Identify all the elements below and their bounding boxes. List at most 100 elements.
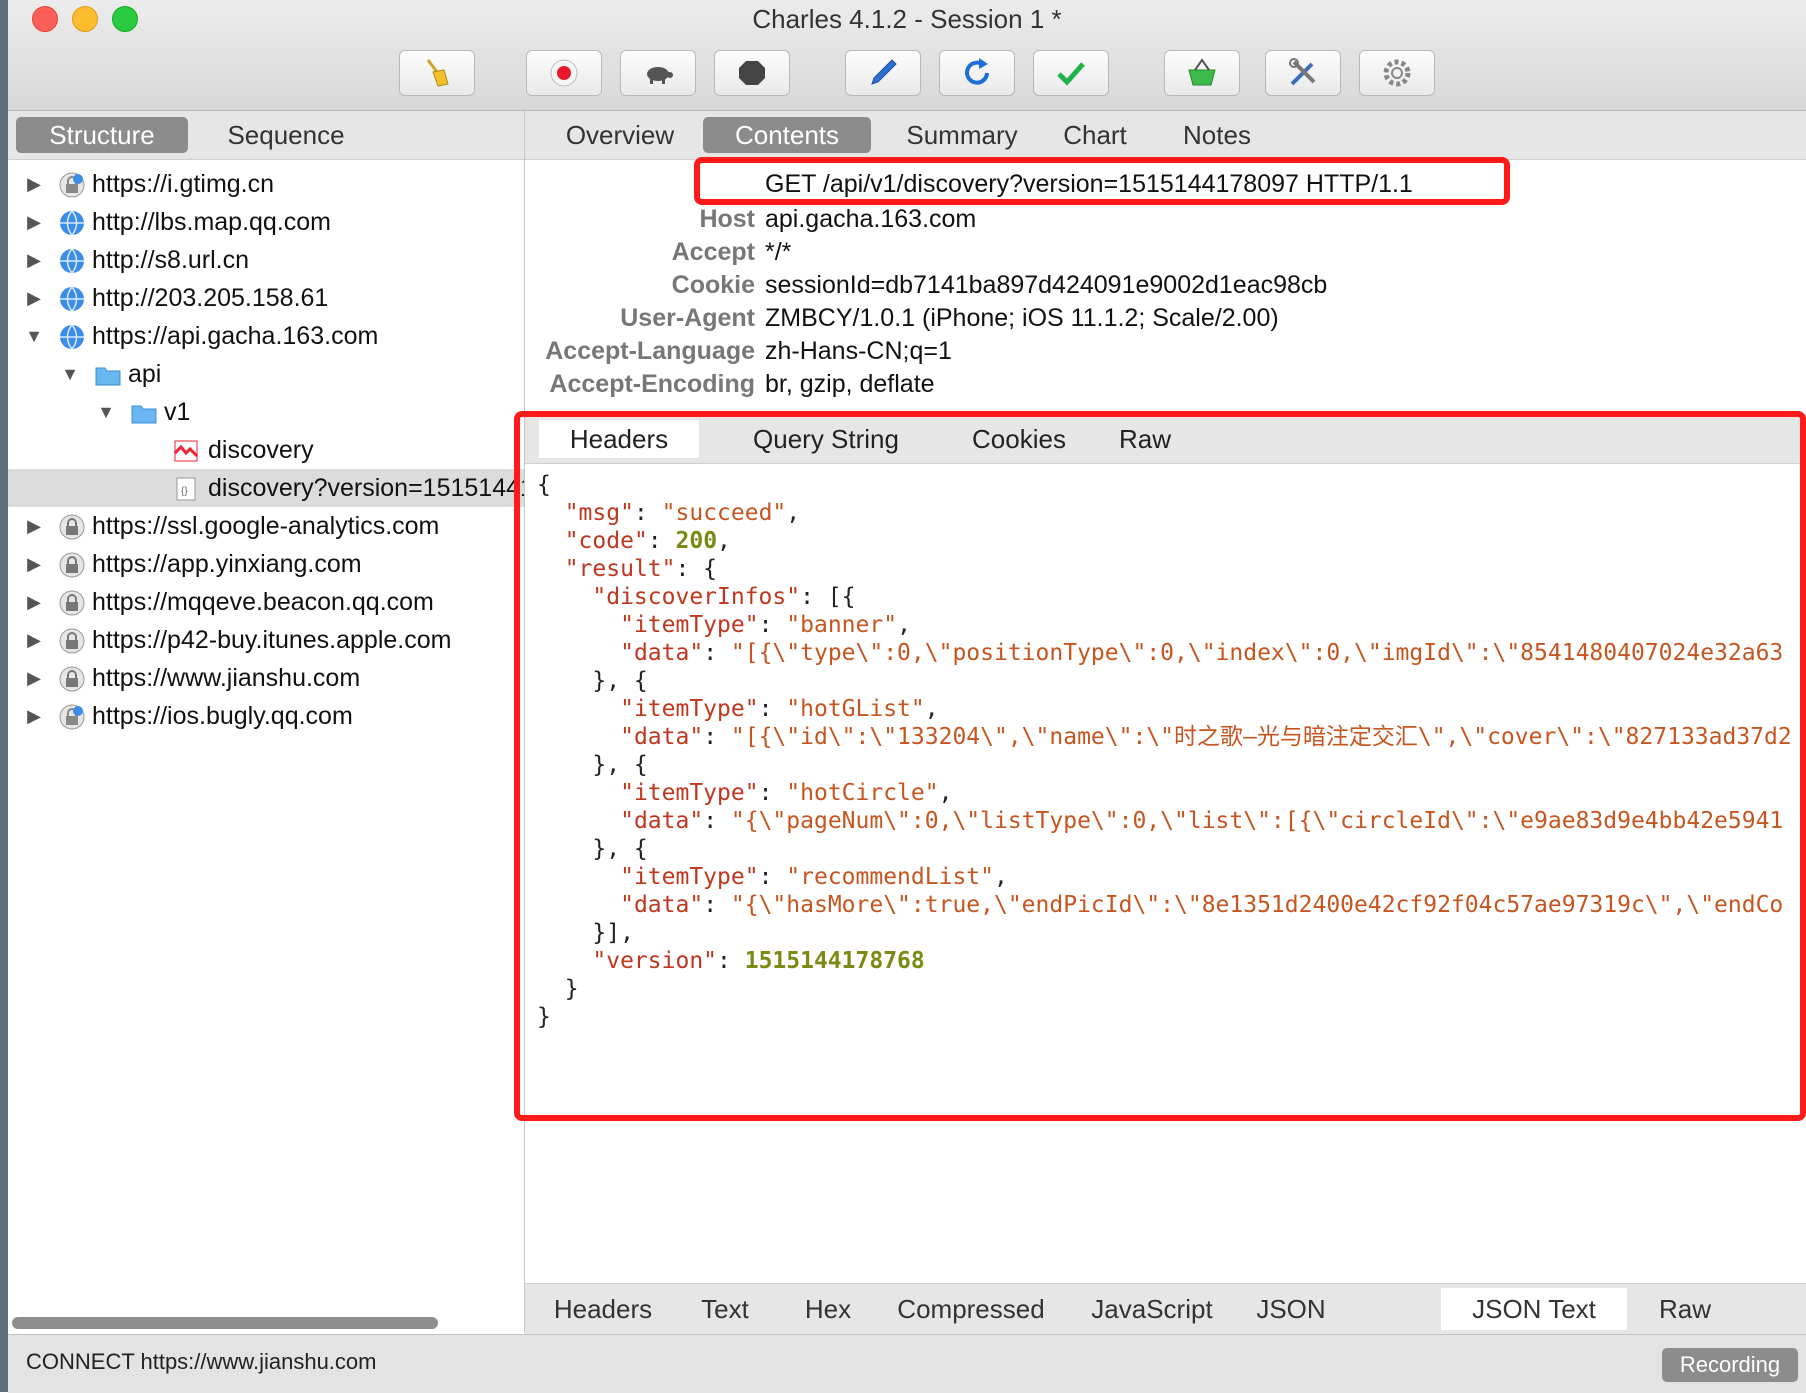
tree-label: discovery: [208, 436, 314, 464]
tree-row[interactable]: ▶ https://www.jianshu.com: [8, 659, 524, 697]
format-tab-compressed[interactable]: Compressed: [881, 1288, 1061, 1330]
tree-label: https://app.yinxiang.com: [92, 550, 362, 578]
response-format-tabs: Headers Text Hex Compressed JavaScript J…: [525, 1283, 1806, 1334]
lock-icon: [59, 628, 85, 654]
recording-indicator[interactable]: Recording: [1662, 1348, 1798, 1382]
tree-row[interactable]: ▼ https://api.gacha.163.com: [8, 317, 524, 355]
tree-label: discovery?version=1515144178097: [208, 474, 524, 502]
tree-row[interactable]: ▶ https://ios.bugly.qq.com: [8, 697, 524, 735]
breakpoints-button[interactable]: [714, 50, 790, 96]
basket-icon: [1188, 58, 1216, 86]
tree-row[interactable]: ▶ http://lbs.map.qq.com: [8, 203, 524, 241]
lock-globe-icon: [59, 172, 85, 198]
folder-icon: [95, 367, 121, 386]
tree-label: http://203.205.158.61: [92, 284, 329, 312]
tree-label: http://s8.url.cn: [92, 246, 250, 274]
repeat-button[interactable]: [939, 50, 1015, 96]
tree-label: https://p42-buy.itunes.apple.com: [92, 626, 452, 654]
tree-row[interactable]: ▼ v1: [8, 393, 524, 431]
disclosure-closed-icon[interactable]: ▶: [24, 621, 44, 659]
tree-row[interactable]: ▶ https://ssl.google-analytics.com: [8, 507, 524, 545]
tree-row[interactable]: ▶ http://203.205.158.61: [8, 279, 524, 317]
format-tab-javascript[interactable]: JavaScript: [1067, 1288, 1237, 1330]
format-tab-json-text[interactable]: JSON Text: [1441, 1288, 1627, 1330]
tools-icon: [1289, 58, 1316, 86]
format-tab-hex[interactable]: Hex: [783, 1288, 873, 1330]
tree-row[interactable]: ▶ https://mqqeve.beacon.qq.com: [8, 583, 524, 621]
segment-structure[interactable]: Structure: [16, 117, 188, 153]
view-mode-segmented: Structure Sequence: [8, 111, 524, 160]
disclosure-open-icon[interactable]: ▼: [96, 393, 116, 431]
globe-icon: [60, 248, 84, 274]
error-file-icon: [173, 440, 199, 462]
pen-icon: [871, 59, 897, 85]
tree-label: https://mqqeve.beacon.qq.com: [92, 588, 434, 616]
compose-button[interactable]: [845, 50, 921, 96]
disclosure-open-icon[interactable]: ▼: [60, 355, 80, 393]
disclosure-closed-icon[interactable]: ▶: [24, 165, 44, 203]
desktop-edge: [0, 0, 8, 1392]
format-tab-json[interactable]: JSON: [1243, 1288, 1339, 1330]
checkmark-icon: [1057, 62, 1085, 86]
throttle-button[interactable]: [620, 50, 696, 96]
tree-label: api: [128, 360, 162, 388]
disclosure-closed-icon[interactable]: ▶: [24, 203, 44, 241]
lock-icon: [59, 552, 85, 578]
tree-row[interactable]: ▶ https://app.yinxiang.com: [8, 545, 524, 583]
tools-button[interactable]: [1265, 50, 1341, 96]
lock-globe-icon: [59, 704, 85, 730]
format-tab-text[interactable]: Text: [675, 1288, 775, 1330]
lock-icon: [59, 666, 85, 692]
tree-label: https://i.gtimg.cn: [92, 170, 275, 198]
tree-label: https://ios.bugly.qq.com: [92, 702, 353, 730]
tree-row[interactable]: {} discovery?version=1515144178097: [8, 469, 524, 507]
folder-icon: [131, 405, 157, 424]
disclosure-closed-icon[interactable]: ▶: [24, 659, 44, 697]
tree-row[interactable]: discovery: [8, 431, 524, 469]
settings-button[interactable]: [1359, 50, 1435, 96]
clear-session-button[interactable]: [399, 50, 475, 96]
horizontal-scrollbar[interactable]: [12, 1317, 438, 1329]
turtle-icon: [647, 67, 673, 84]
tab-chart[interactable]: Chart: [1045, 117, 1145, 153]
tab-overview[interactable]: Overview: [547, 117, 693, 153]
tab-notes[interactable]: Notes: [1157, 117, 1277, 153]
response-body-highlight: [514, 411, 1806, 1121]
disclosure-closed-icon[interactable]: ▶: [24, 279, 44, 317]
tree-label: v1: [164, 398, 191, 426]
tree-label: https://ssl.google-analytics.com: [92, 512, 440, 540]
header-row: Accept-Encoding br, gzip, deflate: [525, 365, 1806, 403]
gear-icon: [1383, 59, 1411, 87]
tab-summary[interactable]: Summary: [889, 117, 1035, 153]
header-value: br, gzip, deflate: [765, 370, 935, 398]
record-icon: [550, 59, 578, 87]
disclosure-closed-icon[interactable]: ▶: [24, 583, 44, 621]
status-message: CONNECT https://www.jianshu.com: [26, 1349, 377, 1374]
disclosure-closed-icon[interactable]: ▶: [24, 697, 44, 735]
shopping-button[interactable]: [1164, 50, 1240, 96]
request-line-highlight: [694, 157, 1510, 205]
tab-contents[interactable]: Contents: [703, 117, 871, 153]
tree-label: https://api.gacha.163.com: [92, 322, 379, 350]
disclosure-closed-icon[interactable]: ▶: [24, 507, 44, 545]
status-bar: CONNECT https://www.jianshu.com Recordin…: [8, 1334, 1806, 1393]
window-title: Charles 4.1.2 - Session 1 *: [752, 4, 1062, 34]
validate-button[interactable]: [1033, 50, 1109, 96]
format-tab-headers[interactable]: Headers: [539, 1288, 667, 1330]
json-file-icon: {}: [176, 477, 196, 501]
lock-icon: [59, 514, 85, 540]
globe-icon: [60, 324, 84, 350]
disclosure-closed-icon[interactable]: ▶: [24, 545, 44, 583]
disclosure-closed-icon[interactable]: ▶: [24, 241, 44, 279]
segment-sequence[interactable]: Sequence: [200, 117, 372, 153]
record-button[interactable]: [526, 50, 602, 96]
format-tab-raw[interactable]: Raw: [1635, 1288, 1735, 1330]
tree-row[interactable]: ▼ api: [8, 355, 524, 393]
refresh-icon: [965, 58, 989, 85]
disclosure-open-icon[interactable]: ▼: [24, 317, 44, 355]
tree-row[interactable]: ▶ http://s8.url.cn: [8, 241, 524, 279]
tree-row[interactable]: ▶ https://p42-buy.itunes.apple.com: [8, 621, 524, 659]
window-titlebar: Charles 4.1.2 - Session 1 *: [8, 0, 1806, 111]
detail-tabs: Overview Contents Summary Chart Notes: [525, 111, 1806, 160]
tree-row[interactable]: ▶ https://i.gtimg.cn: [8, 165, 524, 203]
